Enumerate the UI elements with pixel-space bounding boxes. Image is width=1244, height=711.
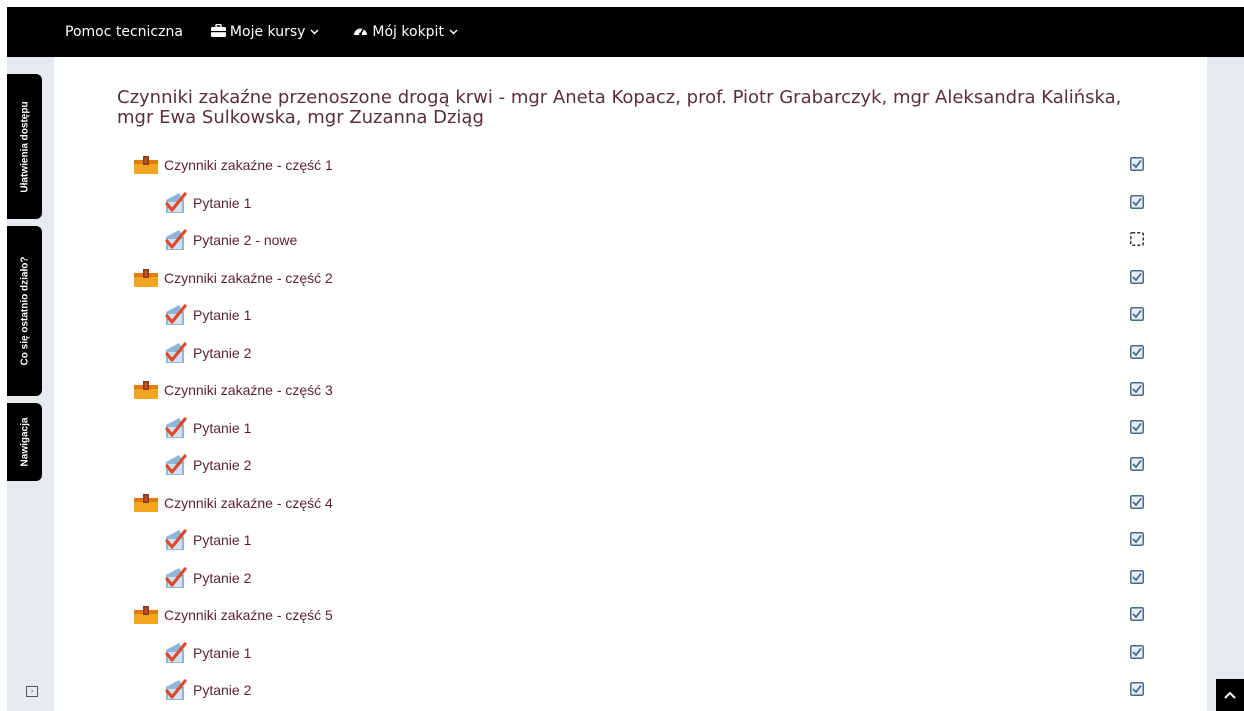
section-row: Czynniki zakaźne - część 1 xyxy=(0,150,1207,180)
section-link[interactable]: Czynniki zakaźne - część 2 xyxy=(134,263,333,293)
top-navbar: Pomoc tecniczna Moje kursy Mój kokpit xyxy=(7,7,1244,57)
section-row: Czynniki zakaźne - część 3 xyxy=(0,375,1207,405)
chevron-up-icon xyxy=(1224,691,1236,699)
folder-icon xyxy=(134,268,158,287)
activity-label: Czynniki zakaźne - część 3 xyxy=(164,382,333,398)
activity-label: Pytanie 2 xyxy=(193,457,252,473)
question-row: Pytanie 2 xyxy=(0,338,1207,368)
activity-label: Pytanie 2 xyxy=(193,682,252,698)
checkbox-checked-icon[interactable] xyxy=(1130,569,1144,584)
question-row: Pytanie 2 xyxy=(0,675,1207,705)
question-row: Pytanie 2 - nowe xyxy=(0,225,1207,255)
activity-label: Pytanie 1 xyxy=(193,194,252,211)
checkbox-checked-icon[interactable] xyxy=(1130,494,1144,509)
question-link[interactable]: Pytanie 2 xyxy=(163,450,251,480)
section-link[interactable]: Czynniki zakaźne - część 1 xyxy=(134,150,333,180)
activity-label: Pytanie 2 xyxy=(193,344,252,361)
question-row: Pytanie 1 xyxy=(0,413,1207,443)
question-row: Pytanie 2 xyxy=(0,563,1207,593)
nav-help-link[interactable]: Pomoc tecniczna xyxy=(65,24,183,40)
quiz-check-icon xyxy=(163,678,187,702)
activity-label: Pytanie 1 xyxy=(193,644,252,661)
quiz-check-icon xyxy=(163,228,187,252)
section-row: Czynniki zakaźne - część 5 xyxy=(0,600,1207,630)
checkbox-checked-icon[interactable] xyxy=(1130,157,1144,171)
activity-label: Czynniki zakaźne - część 4 xyxy=(164,494,333,511)
checkbox-checked-icon[interactable] xyxy=(1130,344,1144,359)
chevron-down-icon xyxy=(449,27,458,38)
quiz-check-icon xyxy=(163,416,187,440)
checkbox-checked-icon[interactable] xyxy=(1130,682,1144,696)
nav-my-courses-label: Moje kursy xyxy=(229,24,306,40)
quiz-check-icon xyxy=(163,341,187,365)
checkbox-checked-icon[interactable] xyxy=(1130,419,1144,434)
question-row: Pytanie 1 xyxy=(0,188,1207,218)
activity-label: Pytanie 1 xyxy=(193,419,252,436)
question-link[interactable]: Pytanie 1 xyxy=(163,188,251,218)
question-link[interactable]: Pytanie 2 xyxy=(163,675,251,705)
activity-label: Pytanie 2 - nowe xyxy=(193,232,298,248)
folder-icon xyxy=(134,381,158,399)
checkbox-checked-icon[interactable] xyxy=(1130,382,1144,396)
activity-label: Czynniki zakaźne - część 5 xyxy=(164,607,333,623)
question-link[interactable]: Pytanie 2 xyxy=(163,338,251,368)
checkbox-checked-icon[interactable] xyxy=(1130,644,1144,659)
section-link[interactable]: Czynniki zakaźne - część 3 xyxy=(134,375,333,405)
tachometer-icon xyxy=(353,24,368,41)
section-link[interactable]: Czynniki zakaźne - część 4 xyxy=(134,488,333,518)
section-row: Czynniki zakaźne - część 4 xyxy=(0,488,1207,518)
question-link[interactable]: Pytanie 2 - nowe xyxy=(163,225,297,255)
activity-label: Pytanie 1 xyxy=(193,307,252,323)
briefcase-icon xyxy=(210,23,226,41)
folder-icon xyxy=(134,606,158,624)
page-title: Czynniki zakaźne przenoszone drogą krwi … xyxy=(117,87,1122,128)
checkbox-checked-icon[interactable] xyxy=(1130,307,1144,321)
activity-label: Czynniki zakaźne - część 2 xyxy=(164,269,333,286)
folder-icon xyxy=(134,156,158,174)
checkbox-checked-icon[interactable] xyxy=(1130,607,1144,621)
activity-label: Czynniki zakaźne - część 1 xyxy=(164,157,333,173)
chevron-down-icon xyxy=(310,27,319,38)
quiz-check-icon xyxy=(163,528,187,552)
quiz-check-icon xyxy=(163,641,187,665)
nav-help-label: Pomoc tecniczna xyxy=(65,24,183,40)
folder-icon xyxy=(134,493,158,512)
nav-dashboard-label: Mój kokpit xyxy=(372,24,444,40)
question-row: Pytanie 1 xyxy=(0,300,1207,330)
question-link[interactable]: Pytanie 1 xyxy=(163,638,251,668)
question-row: Pytanie 2 xyxy=(0,450,1207,480)
checkbox-checked-icon[interactable] xyxy=(1130,269,1144,284)
quiz-check-icon xyxy=(163,566,187,590)
checkbox-checked-icon[interactable] xyxy=(1130,532,1144,546)
right-page-margin xyxy=(1207,57,1244,711)
section-row: Czynniki zakaźne - część 2 xyxy=(0,263,1207,293)
nav-dashboard[interactable]: Mój kokpit xyxy=(353,24,458,41)
scroll-to-top-button[interactable] xyxy=(1216,679,1244,711)
question-link[interactable]: Pytanie 1 xyxy=(163,525,251,555)
question-link[interactable]: Pytanie 1 xyxy=(163,413,251,443)
question-row: Pytanie 1 xyxy=(0,525,1207,555)
section-link[interactable]: Czynniki zakaźne - część 5 xyxy=(134,600,333,630)
activity-label: Pytanie 2 xyxy=(193,569,252,586)
quiz-check-icon xyxy=(163,303,187,327)
quiz-check-icon xyxy=(163,191,187,215)
question-row: Pytanie 1 xyxy=(0,638,1207,668)
checkbox-checked-icon[interactable] xyxy=(1130,457,1144,471)
nav-my-courses[interactable]: Moje kursy xyxy=(210,23,319,41)
quiz-check-icon xyxy=(163,453,187,477)
question-link[interactable]: Pytanie 1 xyxy=(163,300,251,330)
checkbox-checked-icon[interactable] xyxy=(1130,194,1144,209)
checkbox-empty-icon[interactable] xyxy=(1130,232,1144,246)
question-link[interactable]: Pytanie 2 xyxy=(163,563,251,593)
activity-label: Pytanie 1 xyxy=(193,532,252,548)
